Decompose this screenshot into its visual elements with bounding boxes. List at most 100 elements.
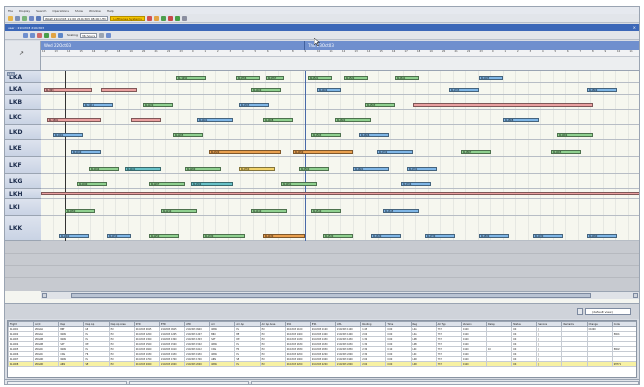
flight-bar[interactable]: KL1303 bbox=[239, 103, 269, 107]
flight-bar[interactable]: KL1150 bbox=[107, 234, 131, 238]
flight-bar[interactable]: KL1450 bbox=[293, 150, 353, 154]
menu-item-search[interactable]: Search bbox=[36, 9, 46, 13]
flight-bar[interactable]: KL1320 bbox=[209, 150, 281, 154]
arrow-up-icon[interactable]: ↗ bbox=[19, 50, 24, 57]
flight-bar[interactable]: KL1521 bbox=[308, 76, 332, 80]
view-select[interactable]: (default view) bbox=[585, 308, 631, 315]
flight-bar[interactable]: KL 1301 bbox=[47, 118, 101, 122]
flight-bar[interactable]: KL1522 bbox=[344, 76, 368, 80]
fit-icon[interactable] bbox=[106, 32, 112, 38]
flight-bar[interactable]: KL 803 bbox=[44, 88, 92, 92]
flight-bar[interactable]: KL1001 bbox=[53, 133, 83, 137]
aircraft-row-header[interactable]: LKE bbox=[5, 140, 41, 157]
flight-bar[interactable]: KL1356 bbox=[236, 76, 260, 80]
scroll-left-icon[interactable] bbox=[42, 293, 47, 298]
flight-bar[interactable]: KL1808 bbox=[503, 118, 539, 122]
flight-bar[interactable]: KL1930 bbox=[533, 234, 563, 238]
flight-bar[interactable]: KL1350 bbox=[239, 167, 275, 171]
flight-bar[interactable]: KL1503 bbox=[311, 133, 341, 137]
aircraft-row-header[interactable]: LKC bbox=[5, 110, 41, 125]
flight-bar[interactable]: KL1040 bbox=[77, 182, 107, 186]
flight-bar[interactable]: KL1503 bbox=[365, 103, 395, 107]
menu-item-file[interactable]: File bbox=[8, 9, 13, 13]
flight-bar[interactable]: KL1615 bbox=[383, 209, 419, 213]
scaling-select[interactable]: 36 hours bbox=[79, 32, 98, 38]
flight-bar[interactable]: KL1530 bbox=[323, 234, 353, 238]
scroll-right-icon[interactable] bbox=[633, 293, 638, 298]
flight-bar[interactable]: KL1220 bbox=[143, 103, 173, 107]
table-row[interactable]: KL1008 ZKGOD ARN SE EU 21Oct03 2000 21Oct03 20… bbox=[8, 361, 636, 367]
menu-item-operations[interactable]: Operations bbox=[52, 9, 69, 13]
flight-bar[interactable]: KL1060 bbox=[59, 234, 89, 238]
aircraft-row-header[interactable]: LKH bbox=[5, 189, 41, 199]
aircraft-row-header[interactable]: LKB bbox=[5, 95, 41, 110]
refresh-icon[interactable] bbox=[22, 15, 27, 21]
flight-bar[interactable]: KL1510 bbox=[311, 209, 341, 213]
warning-icon[interactable] bbox=[153, 15, 159, 21]
flight-bar[interactable]: KL1606 bbox=[359, 133, 389, 137]
flight-bar[interactable]: KL1205 bbox=[173, 133, 203, 137]
aircraft-row-header[interactable]: LKA bbox=[5, 83, 41, 95]
flight-bar[interactable]: KL1807 bbox=[461, 150, 491, 154]
filter-icon[interactable] bbox=[37, 32, 42, 38]
menu-item-display[interactable]: Display bbox=[19, 9, 30, 13]
flight-bar[interactable]: KL1904 bbox=[557, 133, 593, 137]
gantt-grid[interactable]: KL 1234 KL1356 KL1357 KL1521 KL1522 KL1611 KL1… bbox=[41, 71, 639, 241]
alert-icon[interactable] bbox=[146, 15, 152, 21]
flight-bar[interactable]: KL1101 bbox=[125, 167, 161, 171]
list-icon[interactable] bbox=[577, 308, 583, 315]
flight-bar[interactable]: KL1260 bbox=[185, 167, 221, 171]
flight-bar[interactable]: KL1410 bbox=[251, 209, 287, 213]
zoom-out-icon[interactable] bbox=[30, 32, 35, 38]
flight-bar[interactable]: KL1330 bbox=[203, 234, 245, 238]
flight-bar[interactable]: KL 1234 bbox=[176, 76, 206, 80]
go-icon[interactable] bbox=[174, 15, 180, 21]
aircraft-row-header[interactable]: LKI bbox=[5, 199, 41, 216]
scroll-thumb[interactable] bbox=[71, 293, 591, 298]
save-icon[interactable] bbox=[15, 15, 20, 21]
print-icon[interactable] bbox=[29, 15, 34, 21]
aircraft-row-header[interactable]: LKD bbox=[5, 125, 41, 140]
flight-bar[interactable]: KL1602 bbox=[335, 118, 371, 122]
colors-icon[interactable] bbox=[58, 32, 63, 38]
flight-bar[interactable]: KL1050 bbox=[65, 209, 95, 213]
zoom-in-icon[interactable] bbox=[23, 32, 28, 38]
flight-bar[interactable]: KL1830 bbox=[479, 234, 509, 238]
flight-bar[interactable]: KL1905 bbox=[551, 150, 581, 154]
flight-bar[interactable] bbox=[131, 118, 161, 122]
open-icon[interactable] bbox=[8, 15, 13, 21]
flight-bar[interactable]: KL1401 bbox=[197, 118, 233, 122]
flight-bar[interactable]: KL1402 bbox=[317, 88, 341, 92]
menu-item-show[interactable]: Show bbox=[75, 9, 83, 13]
flight-bar[interactable]: KL1630 bbox=[371, 234, 401, 238]
sort-icon[interactable] bbox=[51, 32, 56, 38]
flight-bar[interactable]: KL1702 bbox=[377, 150, 413, 154]
menu-item-window[interactable]: Window bbox=[89, 9, 101, 13]
flight-bar[interactable]: KL1012 bbox=[89, 167, 119, 171]
flight-bar[interactable]: KL1023 bbox=[479, 76, 503, 80]
flight-bar[interactable]: KL1703 bbox=[449, 88, 479, 92]
search-icon[interactable] bbox=[36, 15, 41, 21]
flight-bar[interactable]: KL1704 bbox=[401, 182, 431, 186]
flight-bar[interactable]: KL1809 bbox=[587, 88, 617, 92]
close-icon[interactable]: × bbox=[633, 25, 636, 30]
flight-bar[interactable]: KL1250 bbox=[149, 234, 179, 238]
flight-bar[interactable]: KL1701 bbox=[407, 167, 437, 171]
flight-bar[interactable]: KL1451 bbox=[281, 182, 317, 186]
flight-bar[interactable] bbox=[413, 103, 593, 107]
flight-bar[interactable]: KL1430 bbox=[263, 234, 305, 238]
check-icon[interactable] bbox=[160, 15, 166, 21]
flight-bar[interactable] bbox=[41, 192, 639, 195]
flight-bar[interactable]: KL1408 bbox=[263, 118, 293, 122]
swap-icon[interactable] bbox=[44, 32, 49, 38]
flight-bar[interactable]: KL1730 bbox=[425, 234, 455, 238]
flight-bar[interactable]: KL 1111 bbox=[83, 103, 113, 107]
settings-icon[interactable] bbox=[181, 15, 187, 21]
flight-bar[interactable]: KL1210 bbox=[161, 209, 197, 213]
flight-bar[interactable]: KL1400 bbox=[251, 88, 281, 92]
flight-bar[interactable]: KL1500 bbox=[299, 167, 329, 171]
flight-bar[interactable]: KL1010 bbox=[71, 150, 101, 154]
menu-item-help[interactable]: Help bbox=[107, 9, 114, 13]
flight-bar[interactable]: KL1601 bbox=[353, 167, 389, 171]
flight-bar[interactable]: KL1207 bbox=[149, 182, 185, 186]
